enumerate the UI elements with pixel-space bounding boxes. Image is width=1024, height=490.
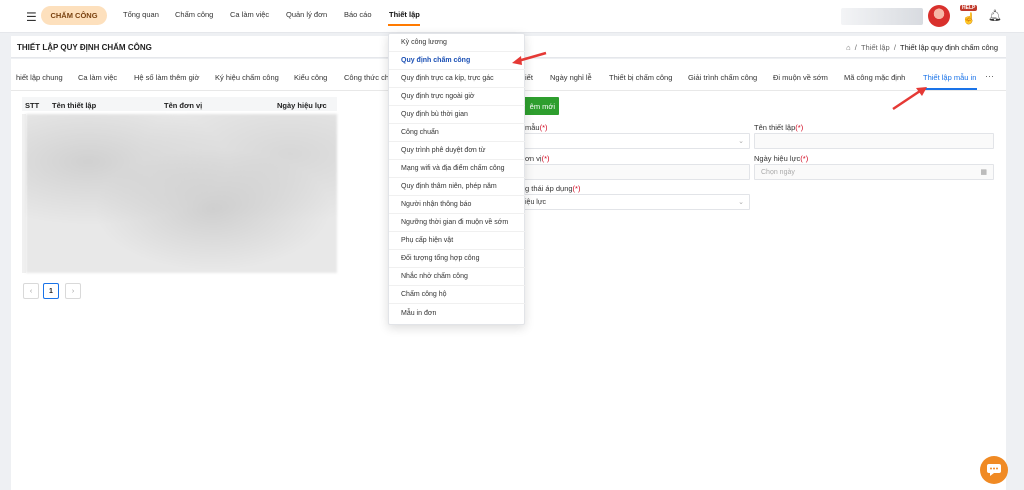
menu-item-truc-ca-kip[interactable]: Quy định trực ca kíp, trực gác	[389, 70, 525, 88]
menu-item-quy-trinh-phe-duyet[interactable]: Quy trình phê duyệt đơn từ	[389, 142, 525, 160]
table-rows-blurred	[26, 114, 337, 273]
menu-item-mau-in-don[interactable]: Mẫu in đơn	[389, 304, 525, 322]
nav-active-underline	[388, 24, 420, 26]
setting-name-input[interactable]	[754, 133, 994, 149]
menu-item-nguoi-nhan-thong-bao[interactable]: Người nhận thông báo	[389, 196, 525, 214]
top-bar: ☰ CHẤM CÔNG Tổng quan Chấm công Ca làm v…	[0, 0, 1024, 33]
breadcrumb: ⌂ / Thiết lập / Thiết lập quy định chấm …	[846, 43, 998, 52]
page-title: THIẾT LẬP QUY ĐỊNH CHẤM CÔNG	[17, 43, 152, 52]
breadcrumb-item-current: Thiết lập quy định chấm công	[900, 43, 998, 52]
menu-item-nhac-nho[interactable]: Nhắc nhở chấm công	[389, 268, 525, 286]
hand-pointer-icon: ☝	[962, 13, 976, 25]
effective-date-picker[interactable]: Chọn ngày ▦	[754, 164, 994, 180]
tab-thiet-bi-cham-cong[interactable]: Thiết bị chấm công	[609, 73, 672, 82]
nav-quan-ly-don[interactable]: Quản lý đơn	[286, 10, 327, 19]
chevron-down-icon: ⌄	[738, 138, 744, 145]
more-tabs-icon[interactable]: ···	[985, 71, 994, 81]
tab-ngay-nghi-le[interactable]: Ngày nghỉ lễ	[550, 73, 592, 82]
menu-item-ky-cong-luong[interactable]: Kỳ công lương	[389, 34, 525, 52]
status-value: iệu lực	[525, 199, 547, 206]
nav-ca-lam-viec[interactable]: Ca làm việc	[230, 10, 269, 19]
tab-he-so-lam-them-gio[interactable]: Hệ số làm thêm giờ	[134, 73, 199, 82]
tab-giai-trinh-cham-cong[interactable]: Giải trình chấm công	[688, 73, 757, 82]
col-header-ten-thiet-lap: Tên thiết lập	[52, 101, 97, 110]
menu-icon[interactable]: ☰	[26, 10, 37, 24]
menu-item-cham-cong-ho[interactable]: Chấm công hộ	[389, 286, 525, 304]
tab-thiet-lap-chung[interactable]: hiết lập chung	[16, 73, 63, 82]
breadcrumb-item-thiet-lap[interactable]: Thiết lập	[861, 43, 890, 52]
nav-tong-quan[interactable]: Tổng quan	[123, 10, 159, 19]
help-button[interactable]: HELP ☝	[958, 5, 978, 25]
menu-item-nguong-thoi-gian[interactable]: Ngưỡng thời gian đi muộn về sớm	[389, 214, 525, 232]
date-placeholder: Chọn ngày	[761, 169, 795, 176]
tab-cong-thuc[interactable]: Công thức ch	[344, 73, 389, 82]
tab-ca-lam-viec[interactable]: Ca làm việc	[78, 73, 117, 82]
help-label: HELP	[960, 5, 978, 11]
menu-item-mang-wifi[interactable]: Mạng wifi và địa điểm chấm công	[389, 160, 525, 178]
unit-label: ơn vị(*)	[525, 154, 550, 163]
chevron-right-icon: ›	[71, 287, 75, 295]
menu-item-quy-dinh-cham-cong[interactable]: Quy định chấm công	[389, 52, 525, 70]
menu-item-tham-nien[interactable]: Quy định thâm niên, phép năm	[389, 178, 525, 196]
col-header-ten-don-vi: Tên đơn vị	[164, 101, 203, 110]
nav-bao-cao[interactable]: Báo cáo	[344, 10, 372, 19]
menu-item-phu-cap-hien-vat[interactable]: Phụ cấp hiện vật	[389, 232, 525, 250]
menu-item-cong-chuan[interactable]: Công chuẩn	[389, 124, 525, 142]
setting-name-label: Tên thiết lập(*)	[754, 123, 804, 132]
col-header-stt: STT	[25, 101, 40, 110]
chevron-left-icon: ‹	[29, 287, 33, 295]
effective-date-label: Ngày hiệu lực(*)	[754, 154, 809, 163]
chat-button[interactable]	[980, 456, 1008, 484]
bell-icon[interactable]: 🔔︎	[988, 9, 1002, 22]
pager-page-1[interactable]: 1	[43, 283, 59, 299]
settings-dropdown-menu: Kỳ công lương Quy định chấm công Quy địn…	[388, 33, 525, 325]
chat-bubble-icon	[987, 464, 1001, 476]
add-new-button[interactable]: êm mới	[519, 97, 559, 115]
template-select[interactable]: ⌄	[523, 133, 750, 149]
tab-chi-tiet[interactable]: iết	[525, 73, 533, 82]
annotation-arrow-tab	[892, 87, 927, 111]
menu-item-bu-thoi-gian[interactable]: Quy định bù thời gian	[389, 106, 525, 124]
col-header-ngay-hieu-luc: Ngày hiệu lực	[277, 101, 327, 110]
tab-ma-cong-mac-dinh[interactable]: Mã công mặc định	[844, 73, 905, 82]
template-label: mẫu(*)	[525, 123, 548, 132]
menu-item-truc-ngoai-gio[interactable]: Quy định trực ngoài giờ	[389, 88, 525, 106]
user-info-blurred	[841, 8, 923, 25]
chevron-down-icon: ⌄	[738, 199, 744, 206]
tab-kieu-cong[interactable]: Kiểu công	[294, 73, 327, 82]
tab-ky-hieu-cham-cong[interactable]: Ký hiệu chấm công	[215, 73, 279, 82]
menu-item-doi-tuong-tong-hop[interactable]: Đối tượng tổng hợp công	[389, 250, 525, 268]
status-label: g thái áp dụng(*)	[525, 184, 581, 193]
home-icon[interactable]: ⌂	[846, 43, 851, 52]
status-select[interactable]: iệu lực ⌄	[523, 194, 750, 210]
unit-input[interactable]	[523, 164, 750, 180]
pager-next-button[interactable]: ›	[65, 283, 81, 299]
calendar-icon: ▦	[980, 169, 987, 176]
tab-thiet-lap-mau-in[interactable]: Thiết lập mẫu in	[923, 73, 977, 82]
pager-prev-button[interactable]: ‹	[23, 283, 39, 299]
nav-cham-cong[interactable]: Chấm công	[175, 10, 213, 19]
annotation-arrow-menu	[512, 51, 547, 65]
tab-di-muon-ve-som[interactable]: Đi muộn về sớm	[773, 73, 828, 82]
avatar[interactable]	[928, 5, 950, 27]
nav-thiet-lap[interactable]: Thiết lập	[389, 10, 420, 19]
app-brand-badge[interactable]: CHẤM CÔNG	[41, 6, 107, 25]
